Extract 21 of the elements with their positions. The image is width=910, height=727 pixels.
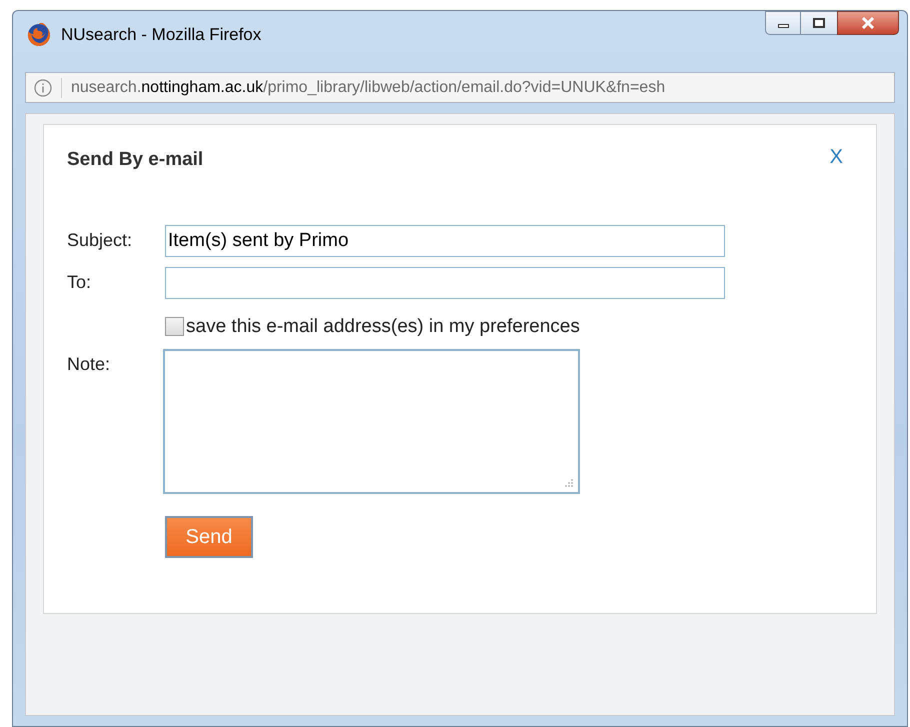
text-field[interactable]: Item(s) sent by Primo [165, 224, 725, 256]
url-text: nusearch.nottingham.ac.uk/primo_library/libweb/action/email.do?vid=UNUK&fn=esh [71, 78, 666, 98]
maximize-button[interactable] [801, 11, 837, 35]
checkbox-label: save this e-mail address(es) in my preferences [186, 314, 580, 338]
window-title: NUsearch - Mozilla Firefox [61, 24, 262, 46]
checkbox[interactable] [165, 317, 184, 336]
address-bar[interactable]: nusearch.nottingham.ac.uk/primo_library/libweb/action/email.do?vid=UNUK&fn=esh [25, 72, 895, 103]
minimize-button[interactable] [765, 11, 801, 35]
maximize-icon [813, 18, 825, 28]
close-link[interactable]: X [830, 142, 843, 172]
close-icon [861, 17, 875, 29]
dialog-title: Send By e-mail [67, 148, 204, 172]
info-icon [34, 78, 52, 96]
browser-logo-icon [27, 23, 51, 47]
note-label: Note: [67, 353, 112, 376]
field-label: To: [67, 271, 92, 294]
minimize-icon [778, 24, 788, 28]
text-field[interactable] [165, 266, 725, 298]
close-button[interactable] [837, 11, 899, 35]
resize-grip-icon [564, 478, 574, 488]
field-label: Subject: [67, 229, 134, 252]
